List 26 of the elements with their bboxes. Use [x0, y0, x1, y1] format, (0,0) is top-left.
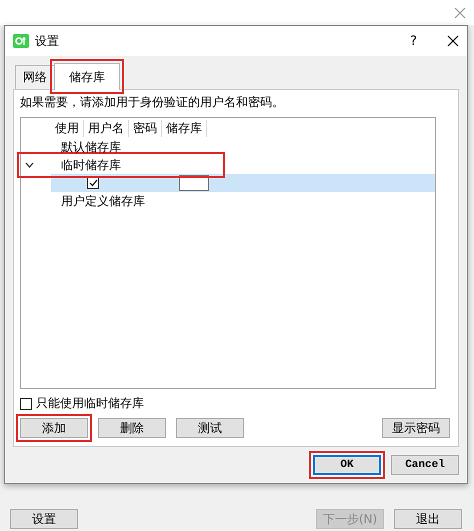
column-header[interactable]: 使用: [51, 120, 84, 136]
checkbox[interactable]: [20, 398, 32, 410]
close-icon[interactable]: [447, 35, 459, 47]
hint-text: 如果需要，请添加用于身份验证的用户名和密码。: [20, 94, 285, 111]
dialog-button[interactable]: OK: [313, 455, 381, 475]
dialog-button[interactable]: Cancel: [391, 455, 459, 475]
tree-item[interactable]: 默认储存库: [61, 138, 121, 156]
footer-button[interactable]: 退出: [394, 509, 462, 529]
app-logo-icon: [13, 34, 29, 48]
action-button[interactable]: 测试: [176, 418, 244, 438]
tab[interactable]: 网络: [15, 65, 55, 89]
tree-item[interactable]: 用户定义储存库: [61, 192, 145, 210]
action-button[interactable]: 添加: [20, 418, 88, 438]
tree-item[interactable]: 临时储存库: [61, 156, 121, 174]
dialog-title: 设置: [35, 32, 60, 50]
action-button[interactable]: 删除: [98, 418, 166, 438]
column-header[interactable]: 用户名: [84, 120, 129, 136]
column-header[interactable]: 密码: [129, 120, 162, 136]
chevron-down-icon[interactable]: [25, 161, 34, 169]
footer-button[interactable]: 设置: [10, 509, 78, 529]
checkbox[interactable]: [87, 177, 99, 189]
tree-row[interactable]: [51, 174, 435, 192]
column-header[interactable]: 储存库: [162, 120, 207, 136]
show-password-button[interactable]: 显示密码: [382, 418, 450, 438]
help-button[interactable]: ?: [410, 34, 417, 48]
checkbox-label: 只能使用临时储存库: [36, 395, 144, 412]
